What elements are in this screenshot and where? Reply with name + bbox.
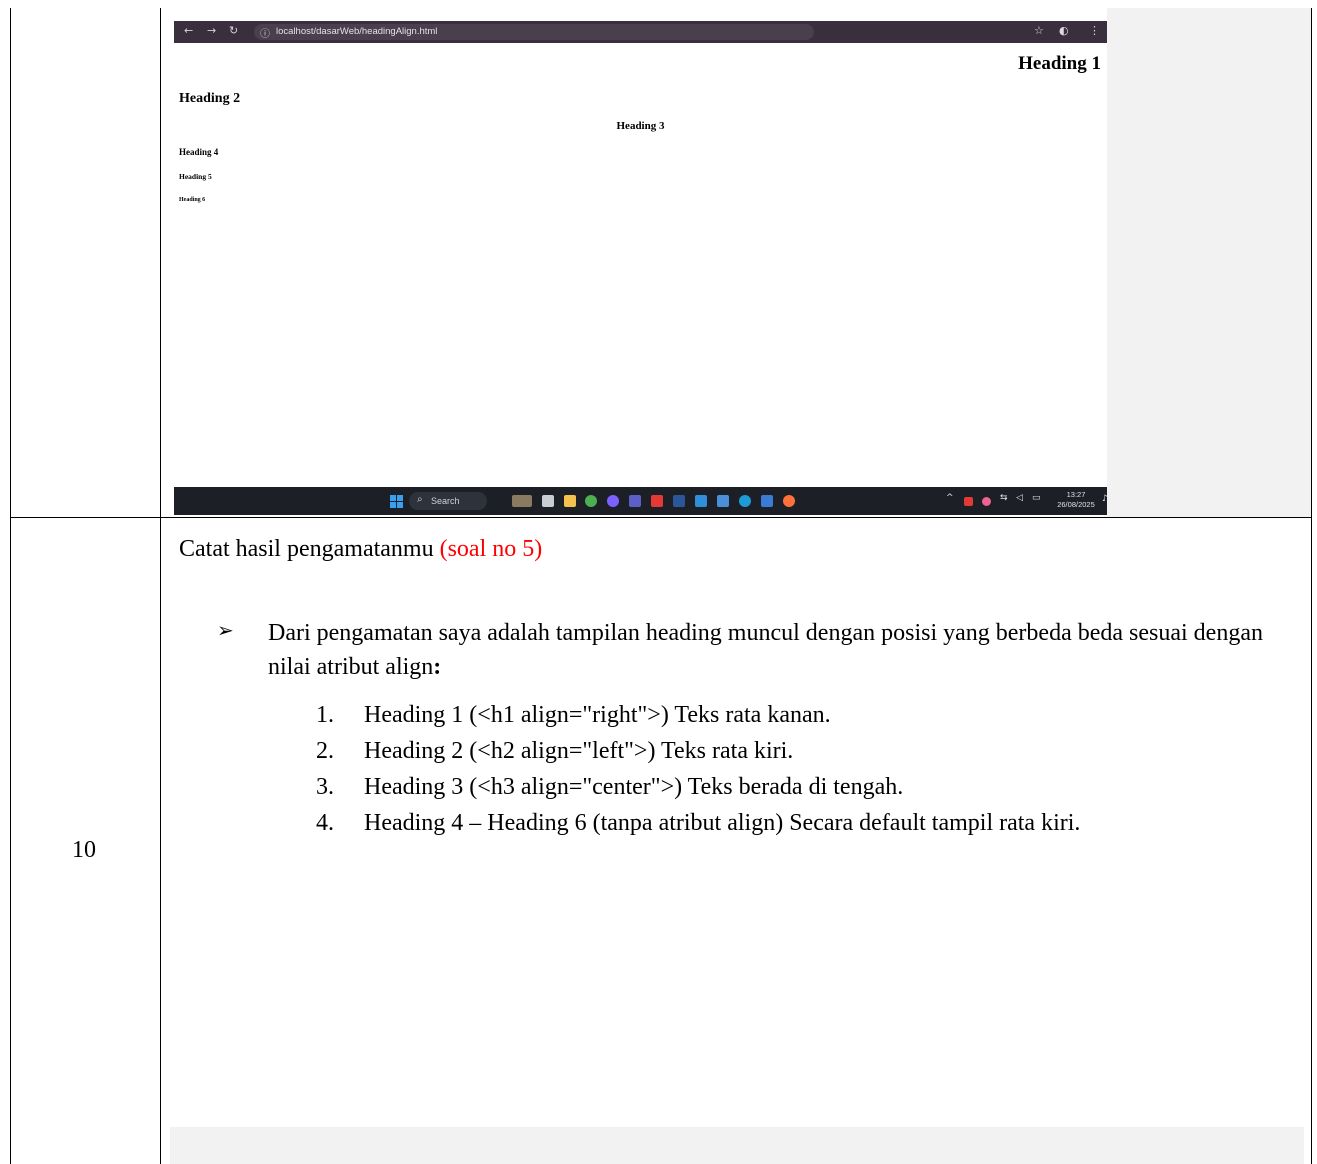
volume-icon[interactable]: ◁	[1016, 493, 1023, 503]
firefox-icon[interactable]	[783, 495, 795, 507]
observation-list: 1. Heading 1 (<h1 align="right">) Teks ra…	[316, 697, 1314, 841]
tray-app-icon-2[interactable]	[982, 497, 991, 506]
observation-bullet-text: Dari pengamatan saya adalah tampilan hea…	[268, 620, 1263, 680]
list-item-text: Heading 4 – Heading 6 (tanpa atribut ali…	[364, 810, 1081, 836]
list-item: 3. Heading 3 (<h3 align="center">) Teks b…	[316, 769, 1314, 805]
list-item-text: Heading 3 (<h3 align="center">) Teks ber…	[364, 774, 904, 800]
table-column-divider	[160, 8, 161, 1164]
browser-screenshot: ← → ↻ ⓘ localhost/dasarWeb/headingAlign.…	[174, 21, 1107, 515]
heading-2: Heading 2	[179, 91, 241, 106]
address-bar[interactable]: ⓘ localhost/dasarWeb/headingAlign.html	[254, 24, 814, 40]
notepad-icon[interactable]	[761, 495, 773, 507]
list-item-number: 1.	[316, 702, 334, 728]
list-item-text: Heading 1 (<h1 align="right">) Teks rata…	[364, 702, 831, 728]
windows-taskbar: ⌕ Search ^ ⇆ ◁ ▭ 13:27 26/08/2025 ♪	[174, 487, 1107, 515]
observation-title: Catat hasil pengamatanmu (soal no 5)	[179, 536, 542, 563]
chrome-icon[interactable]	[585, 495, 597, 507]
observation-title-main: Catat hasil pengamatanmu	[179, 536, 440, 562]
network-icon[interactable]: ⇆	[1000, 493, 1008, 503]
chevron-up-icon[interactable]: ^	[946, 493, 954, 503]
edge-icon[interactable]	[739, 495, 751, 507]
battery-icon[interactable]: ▭	[1032, 493, 1041, 503]
widgets-icon[interactable]	[512, 495, 532, 507]
taskbar-search[interactable]: ⌕ Search	[409, 492, 487, 510]
arrow-bullet-icon: ➢	[217, 618, 234, 642]
list-item-number: 2.	[316, 738, 334, 764]
list-item-number: 3.	[316, 774, 334, 800]
vscode-icon[interactable]	[695, 495, 707, 507]
bottom-cell-shade	[170, 1127, 1304, 1164]
tray-app-icon[interactable]	[964, 497, 973, 506]
kebab-menu-icon[interactable]: ⋮	[1089, 24, 1100, 37]
windows-start-icon[interactable]	[390, 495, 403, 508]
observation-bullet-colon: :	[433, 654, 442, 680]
right-cell-shade	[1107, 8, 1311, 517]
calendar-icon[interactable]	[717, 495, 729, 507]
tray-time: 13:27	[1066, 490, 1086, 499]
star-icon[interactable]: ☆	[1034, 24, 1044, 37]
list-item-text: Heading 2 (<h2 align="left">) Teks rata …	[364, 738, 794, 764]
list-item: 1. Heading 1 (<h1 align="right">) Teks ra…	[316, 697, 1314, 733]
copilot-icon[interactable]	[607, 495, 619, 507]
list-item: 2. Heading 2 (<h2 align="left">) Teks rat…	[316, 733, 1314, 769]
table-border-left	[10, 8, 11, 1164]
list-item: 4. Heading 4 – Heading 6 (tanpa atribut a…	[316, 805, 1314, 841]
search-icon: ⌕	[417, 494, 423, 505]
browser-toolbar: ← → ↻ ⓘ localhost/dasarWeb/headingAlign.…	[174, 21, 1107, 43]
observation-title-note: (soal no 5)	[439, 536, 543, 562]
info-icon[interactable]: ⓘ	[260, 25, 270, 40]
heading-4: Heading 4	[179, 147, 219, 157]
tray-date: 26/08/2025	[1057, 500, 1095, 509]
row-number: 10	[72, 837, 96, 863]
observation-bullet: Dari pengamatan saya adalah tampilan hea…	[268, 616, 1278, 684]
list-item-number: 4.	[316, 810, 334, 836]
heading-5: Heading 5	[179, 172, 212, 181]
heading-6: Heading 6	[179, 197, 206, 203]
table-border-right	[1311, 8, 1312, 1164]
taskbar-search-label: Search	[431, 496, 460, 506]
heading-1: Heading 1	[1018, 53, 1101, 74]
youtube-icon[interactable]	[651, 495, 663, 507]
profile-icon[interactable]: ◐	[1059, 24, 1069, 37]
back-icon[interactable]: ←	[184, 24, 193, 37]
table-row-divider	[10, 517, 1312, 518]
task-view-icon[interactable]	[542, 495, 554, 507]
teams-icon[interactable]	[629, 495, 641, 507]
forward-icon[interactable]: →	[207, 24, 216, 37]
file-explorer-icon[interactable]	[564, 495, 576, 507]
notification-bell-icon[interactable]: ♪	[1102, 494, 1107, 504]
heading-3: Heading 3	[616, 120, 665, 132]
tray-clock[interactable]: 13:27 26/08/2025	[1052, 490, 1100, 510]
url-text: localhost/dasarWeb/headingAlign.html	[276, 26, 438, 37]
reload-icon[interactable]: ↻	[229, 24, 238, 37]
word-icon[interactable]	[673, 495, 685, 507]
